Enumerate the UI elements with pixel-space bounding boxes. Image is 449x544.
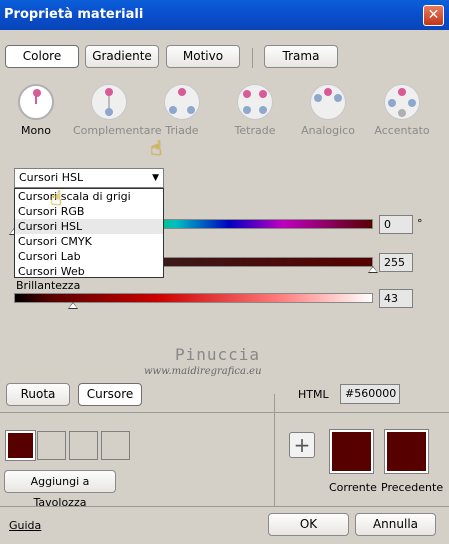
help-link[interactable]: Guida: [9, 519, 41, 532]
slider-mode-button[interactable]: Cursore: [78, 383, 142, 406]
tab-trama[interactable]: Trama: [264, 45, 338, 68]
harmony-accentato-label: Accentato: [374, 124, 430, 137]
window-title: Proprietà materiali: [4, 7, 144, 22]
triad-icon: [164, 84, 200, 120]
tab-gradiente[interactable]: Gradiente: [85, 45, 159, 68]
palette-swatch-3[interactable]: [69, 431, 98, 460]
palette-swatch-1[interactable]: [5, 430, 36, 461]
tetrad-icon: [237, 84, 273, 120]
watermark-site: www.maidiregrafica.eu: [144, 366, 262, 377]
tab-separator: [252, 48, 253, 68]
dropdown-item-grayscale[interactable]: Cursori scala di grigi: [15, 189, 163, 204]
hue-unit: °: [417, 217, 423, 230]
current-color-swatch: [329, 429, 374, 474]
dropdown-item-lab[interactable]: Cursori Lab: [15, 249, 163, 264]
harmony-complementare[interactable]: Complementare: [73, 84, 162, 137]
dropdown-item-rgb[interactable]: Cursori RGB: [15, 204, 163, 219]
watermark-name: Pinuccia: [175, 345, 261, 364]
palette-swatch-4[interactable]: [101, 431, 130, 460]
add-to-palette-button[interactable]: Aggiungi a Tavolozza: [4, 470, 116, 509]
dropdown-item-web[interactable]: Cursori Web: [15, 264, 163, 279]
palette-swatch-2[interactable]: [37, 431, 66, 460]
footer-divider: [0, 506, 449, 507]
previous-label: Precedente: [381, 481, 444, 494]
pointing-hand-icon: ☝: [150, 136, 163, 160]
harmony-tetrade[interactable]: Tetrade: [219, 84, 291, 137]
slider-type-dropdown: Cursori scala di grigi Cursori RGB Curso…: [14, 188, 164, 278]
html-label: HTML: [298, 388, 329, 401]
mono-icon: [18, 84, 54, 120]
current-label: Corrente: [329, 481, 377, 494]
section-divider: [0, 412, 449, 413]
ok-button[interactable]: OK: [268, 513, 349, 536]
hue-value-field[interactable]: 0: [379, 215, 413, 234]
slider-type-combo[interactable]: Cursori HSL ▼: [14, 168, 164, 188]
brightness-value-field[interactable]: 43: [379, 289, 413, 308]
slider-type-value: Cursori HSL: [19, 171, 84, 184]
harmony-analogico-label: Analogico: [301, 124, 355, 137]
chevron-down-icon: ▼: [152, 173, 159, 183]
analogous-icon: [310, 84, 346, 120]
html-field[interactable]: #560000: [340, 384, 400, 404]
pointing-hand-icon-2: ☝: [50, 186, 63, 210]
cancel-button[interactable]: Annulla: [355, 513, 436, 536]
saturation-value-field[interactable]: 255: [379, 253, 413, 272]
title-bar: Proprietà materiali ✕: [0, 0, 449, 30]
tab-motivo[interactable]: Motivo: [166, 45, 240, 68]
close-button[interactable]: ✕: [423, 5, 444, 26]
harmony-mono-label: Mono: [21, 124, 51, 137]
tab-colore[interactable]: Colore: [5, 45, 79, 68]
harmony-triade[interactable]: Triade: [146, 84, 218, 137]
complementary-icon: [91, 84, 127, 120]
dropdown-item-cmyk[interactable]: Cursori CMYK: [15, 234, 163, 249]
harmony-tetrade-label: Tetrade: [234, 124, 276, 137]
harmony-accentato[interactable]: Accentato: [366, 84, 438, 137]
saturation-slider-thumb[interactable]: [368, 266, 378, 273]
dropdown-item-hsl[interactable]: Cursori HSL: [15, 219, 163, 234]
vertical-divider: [274, 394, 275, 506]
harmony-complementare-label: Complementare: [73, 124, 162, 137]
previous-color-swatch[interactable]: [384, 429, 429, 474]
brightness-slider-thumb[interactable]: [68, 302, 78, 309]
harmony-mono[interactable]: Mono: [0, 84, 72, 137]
wheel-button[interactable]: Ruota: [6, 383, 70, 406]
plus-button[interactable]: +: [289, 432, 315, 458]
accented-icon: [384, 84, 420, 120]
harmony-analogico[interactable]: Analogico: [292, 84, 364, 137]
brightness-label: Brillantezza: [16, 279, 81, 292]
